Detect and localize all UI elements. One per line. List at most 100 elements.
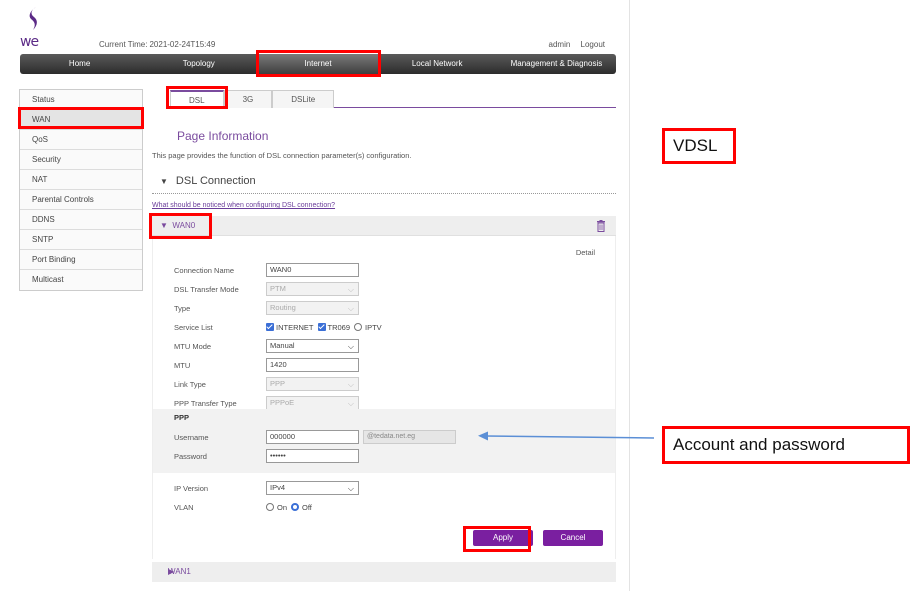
wan1-title[interactable]: ▶ WAN1 xyxy=(160,562,191,582)
logo-text: we xyxy=(20,34,39,50)
page-title: Page Information xyxy=(177,129,269,143)
detail-link[interactable]: Detail xyxy=(576,248,595,257)
wan1-label: WAN1 xyxy=(168,567,191,576)
chevron-down-icon: ⌵ xyxy=(347,380,354,389)
page-description: This page provides the function of DSL c… xyxy=(152,151,412,160)
chevron-down-icon: ⌵ xyxy=(347,484,354,493)
connection-tabs: DSL 3G DSLite xyxy=(170,90,616,108)
radio-unselected-icon xyxy=(266,503,274,511)
row-username: Username 000000 @tedata.net.eg xyxy=(174,430,456,444)
logo-mark-icon xyxy=(29,7,37,30)
connection-name-label: Connection Name xyxy=(174,265,235,275)
row-dsl-transfer-mode: DSL Transfer Mode PTM ⌵ xyxy=(174,282,359,296)
row-connection-name: Connection Name WAN0 xyxy=(174,263,359,277)
router-web-ui: we Current Time: 2021-02-24T15:49 admin L… xyxy=(5,0,630,591)
trash-icon[interactable] xyxy=(596,220,606,232)
vlan-off-label: Off xyxy=(302,502,312,512)
sidebar-item-nat[interactable]: NAT xyxy=(20,170,142,190)
vlan-label: VLAN xyxy=(174,502,194,512)
ppp-transfer-type-label: PPP Transfer Type xyxy=(174,398,237,408)
link-type-select: PPP ⌵ xyxy=(266,377,359,391)
sidebar-item-qos[interactable]: QoS xyxy=(20,130,142,150)
section-divider xyxy=(152,193,616,194)
row-mtu: MTU 1420 xyxy=(174,358,359,372)
apply-button[interactable]: Apply xyxy=(473,530,533,546)
type-value: Routing xyxy=(270,303,296,312)
sidebar-item-multicast[interactable]: Multicast xyxy=(20,270,142,290)
notice-help-link[interactable]: What should be noticed when configuring … xyxy=(152,202,335,209)
we-logo: we xyxy=(19,6,59,50)
expand-triangle-icon: ▼ xyxy=(160,221,168,230)
sidebar-item-parental-controls[interactable]: Parental Controls xyxy=(20,190,142,210)
row-ip-version: IP Version IPv4 ⌵ xyxy=(174,481,359,495)
service-internet-checkbox[interactable]: INTERNET xyxy=(266,323,314,332)
checkbox-unchecked-icon xyxy=(354,323,363,331)
service-tr069-label: TR069 xyxy=(327,322,351,332)
logout-link[interactable]: Logout xyxy=(581,40,605,49)
tab-dsl[interactable]: DSL xyxy=(170,90,224,108)
mtu-mode-label: MTU Mode xyxy=(174,341,212,351)
mtu-mode-select[interactable]: Manual ⌵ xyxy=(266,339,359,353)
password-input[interactable]: •••••• xyxy=(266,449,359,463)
sidebar-item-status[interactable]: Status xyxy=(20,90,142,110)
collapse-triangle-icon: ▼ xyxy=(160,177,168,186)
nav-internet[interactable]: Internet xyxy=(258,54,378,74)
sidebar-item-ddns[interactable]: DDNS xyxy=(20,210,142,230)
row-link-type: Link Type PPP ⌵ xyxy=(174,377,359,391)
nav-topology[interactable]: Topology xyxy=(139,54,258,74)
row-service-list: Service List INTERNET TR069 IPTV xyxy=(174,320,386,334)
service-tr069-checkbox[interactable]: TR069 xyxy=(317,322,351,332)
nav-local-network[interactable]: Local Network xyxy=(378,54,497,74)
dsl-transfer-mode-label: DSL Transfer Mode xyxy=(174,284,239,294)
current-time: Current Time: 2021-02-24T15:49 xyxy=(97,40,215,49)
wan0-label: WAN0 xyxy=(172,221,196,230)
mtu-label: MTU xyxy=(174,360,191,370)
row-mtu-mode: MTU Mode Manual ⌵ xyxy=(174,339,359,353)
wan0-panel: Detail Connection Name WAN0 DSL Transfer… xyxy=(152,236,616,559)
chevron-down-icon: ⌵ xyxy=(347,342,354,351)
service-iptv-label: IPTV xyxy=(365,322,382,332)
link-type-value: PPP xyxy=(270,379,286,388)
current-time-label: Current Time: xyxy=(99,40,148,49)
sidebar-item-port-binding[interactable]: Port Binding xyxy=(20,250,142,270)
ip-version-label: IP Version xyxy=(174,483,209,493)
sidebar-item-security[interactable]: Security xyxy=(20,150,142,170)
current-time-value: 2021-02-24T15:49 xyxy=(149,40,216,49)
ppp-transfer-type-value: PPPoE xyxy=(270,398,295,407)
service-internet-label: INTERNET xyxy=(276,322,314,332)
checkbox-checked-icon xyxy=(317,323,326,331)
username-input[interactable]: 000000 xyxy=(266,430,359,444)
wan0-header[interactable]: ▼ WAN0 xyxy=(152,216,616,236)
connection-name-input[interactable]: WAN0 xyxy=(266,263,359,277)
type-label: Type xyxy=(174,303,191,313)
vlan-on-radio[interactable]: On xyxy=(266,503,287,512)
vlan-off-radio[interactable]: Off xyxy=(291,503,312,512)
section-title: DSL Connection xyxy=(175,175,256,187)
sidebar-item-sntp[interactable]: SNTP xyxy=(20,230,142,250)
mtu-input[interactable]: 1420 xyxy=(266,358,359,372)
tab-3g[interactable]: 3G xyxy=(223,90,273,108)
nav-management-diagnosis[interactable]: Management & Diagnosis xyxy=(497,54,616,74)
username-label: Username xyxy=(174,432,209,442)
checkbox-checked-icon xyxy=(266,323,274,331)
row-vlan: VLAN On Off xyxy=(174,500,316,514)
row-ppp-transfer-type: PPP Transfer Type PPPoE ⌵ xyxy=(174,396,359,410)
nav-home[interactable]: Home xyxy=(20,54,139,74)
wan1-header[interactable]: ▶ WAN1 xyxy=(152,562,616,582)
service-list-label: Service List xyxy=(174,322,213,332)
arrow-left-icon xyxy=(478,431,655,441)
username-link[interactable]: admin xyxy=(549,40,571,49)
section-header[interactable]: ▼ DSL Connection xyxy=(160,175,256,187)
sidebar-item-wan[interactable]: WAN xyxy=(20,110,142,130)
cancel-button[interactable]: Cancel xyxy=(543,530,603,546)
radio-selected-icon xyxy=(291,503,300,511)
wan0-title[interactable]: ▼ WAN0 xyxy=(160,216,195,236)
row-type: Type Routing ⌵ xyxy=(174,301,359,315)
ip-version-select[interactable]: IPv4 ⌵ xyxy=(266,481,359,495)
vdsl-note: VDSL xyxy=(662,128,736,164)
tab-dslite[interactable]: DSLite xyxy=(272,90,335,108)
username-domain-suffix: @tedata.net.eg xyxy=(363,430,456,444)
password-label: Password xyxy=(174,451,207,461)
mtu-mode-value: Manual xyxy=(270,341,295,350)
service-iptv-checkbox[interactable]: IPTV xyxy=(354,323,382,332)
